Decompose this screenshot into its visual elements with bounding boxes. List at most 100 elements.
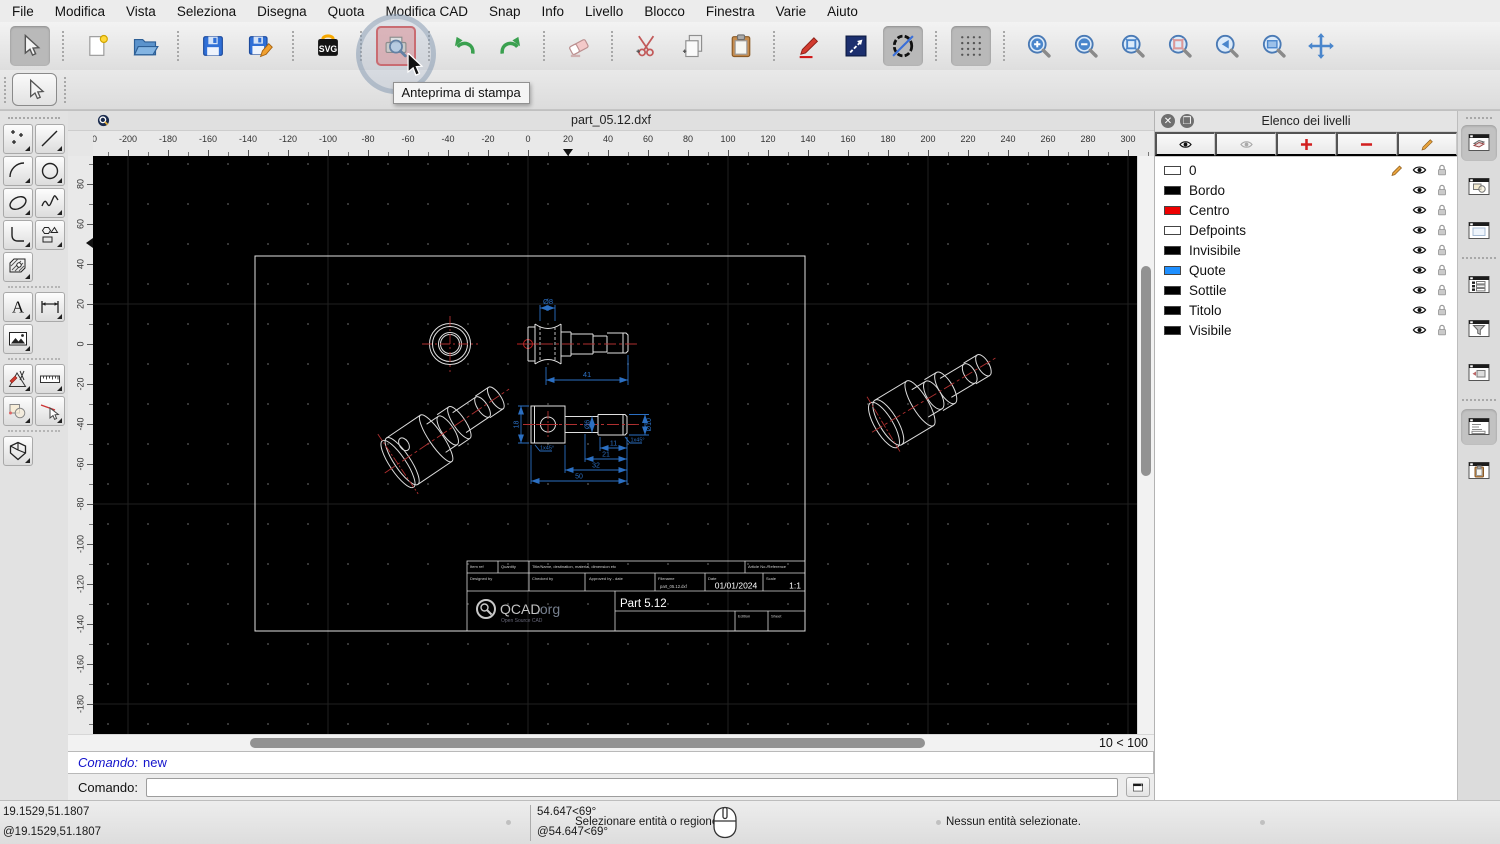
command-options-button[interactable] [1126,777,1150,797]
layer-row-0[interactable]: 0 [1155,160,1457,180]
save-as-button[interactable] [240,26,280,66]
solid-3d-tool-button[interactable] [3,436,33,466]
image-tool-button[interactable] [3,324,33,354]
show-all-layers-button[interactable] [1155,132,1215,156]
layer-lock-icon[interactable] [1435,323,1449,337]
measure-tool-button[interactable] [35,364,65,394]
layer-row-bordo[interactable]: Bordo [1155,180,1457,200]
arc-tool-button[interactable] [3,156,33,186]
layer-visibility-icon[interactable] [1412,324,1427,336]
dimension-tool-button[interactable] [35,292,65,322]
layer-visibility-icon[interactable] [1412,244,1427,256]
layer-visibility-icon[interactable] [1412,304,1427,316]
zoom-window-button[interactable] [1254,26,1294,66]
hatch-tool-button[interactable] [3,252,33,282]
menu-modifica[interactable]: Modifica [55,4,105,19]
layer-row-defpoints[interactable]: Defpoints [1155,220,1457,240]
dock-drag-handle[interactable] [1466,117,1492,119]
vertical-scrollbar-thumb[interactable] [1141,266,1151,476]
select-button[interactable] [10,26,50,66]
auto-zoom-button[interactable] [1113,26,1153,66]
edit-layer-button[interactable] [1397,132,1457,156]
svg-export-button[interactable]: SVG [308,26,348,66]
previous-view-button[interactable] [1207,26,1247,66]
layer-row-invisibile[interactable]: Invisibile [1155,240,1457,260]
layer-list-dock-button[interactable] [1461,125,1497,161]
menu-vista[interactable]: Vista [126,4,156,19]
layer-row-centro[interactable]: Centro [1155,200,1457,220]
layer-visibility-icon[interactable] [1412,204,1427,216]
ellipse-tool-button[interactable] [3,188,33,218]
layer-lock-icon[interactable] [1435,243,1449,257]
paste-button[interactable] [721,26,761,66]
line-tool-button[interactable] [35,124,65,154]
menu-livello[interactable]: Livello [585,4,623,19]
layer-row-sottile[interactable]: Sottile [1155,280,1457,300]
modify-tool-button[interactable] [3,396,33,426]
layer-visibility-icon[interactable] [1412,264,1427,276]
layer-visibility-icon[interactable] [1412,164,1427,176]
vertical-scrollbar[interactable] [1137,156,1154,734]
layer-row-quote[interactable]: Quote [1155,260,1457,280]
layer-visibility-icon[interactable] [1412,284,1427,296]
pan-button[interactable] [1301,26,1341,66]
menu-aiuto[interactable]: Aiuto [827,4,858,19]
menu-finestra[interactable]: Finestra [706,4,755,19]
layer-row-titolo[interactable]: Titolo [1155,300,1457,320]
layer-lock-icon[interactable] [1435,183,1449,197]
layer-visibility-icon[interactable] [1412,184,1427,196]
selection-filter-dock-button[interactable] [1461,311,1497,347]
layer-row-visibile[interactable]: Visibile [1155,320,1457,340]
layer-lock-icon[interactable] [1435,223,1449,237]
menu-file[interactable]: File [12,4,34,19]
grid-toggle-button[interactable] [951,26,991,66]
block-list-dock-button[interactable] [1461,169,1497,205]
delete-eraser-button[interactable] [559,26,599,66]
menu-info[interactable]: Info [542,4,565,19]
menu-disegna[interactable]: Disegna [257,4,307,19]
menu-quota[interactable]: Quota [328,4,365,19]
zoom-selection-button[interactable] [1160,26,1200,66]
layer-lock-icon[interactable] [1435,303,1449,317]
modify-snap-tool-button[interactable] [35,396,65,426]
zoom-in-button[interactable] [1019,26,1059,66]
polyline-tool-button[interactable] [3,220,33,250]
layer-visibility-icon[interactable] [1412,224,1427,236]
redo-button[interactable] [491,26,531,66]
layer-lock-icon[interactable] [1435,163,1449,177]
add-layer-button[interactable] [1276,132,1336,156]
menu-snap[interactable]: Snap [489,4,521,19]
command-input[interactable] [146,778,1118,797]
open-file-button[interactable] [125,26,165,66]
edit-pencil-button[interactable] [789,26,829,66]
library-browser-dock-button[interactable] [1461,355,1497,391]
hide-all-layers-button[interactable] [1215,132,1275,156]
toolbar-drag-handle[interactable] [64,77,66,103]
property-list-dock-button[interactable] [1461,267,1497,303]
text-tool-button[interactable]: A [3,292,33,322]
drawing-canvas[interactable]: Ø8 41 [93,156,1137,734]
zoom-out-button[interactable] [1066,26,1106,66]
command-line-dock-button[interactable] [1461,409,1497,445]
spline-tool-button[interactable] [35,188,65,218]
selection-tool-button[interactable] [12,73,57,106]
view-window-dock-button[interactable] [1461,213,1497,249]
cut-button[interactable] [627,26,667,66]
layer-lock-icon[interactable] [1435,263,1449,277]
save-button[interactable] [193,26,233,66]
horizontal-scrollbar-thumb[interactable] [250,738,925,748]
menu-seleziona[interactable]: Seleziona [177,4,236,19]
layer-lock-icon[interactable] [1435,283,1449,297]
circle-slash-toggle-button[interactable] [883,26,923,66]
copy-button[interactable] [674,26,714,66]
remove-layer-button[interactable] [1336,132,1396,156]
layer-lock-icon[interactable] [1435,203,1449,217]
undo-button[interactable] [444,26,484,66]
points-tool-button[interactable] [3,124,33,154]
drafting-tools-tool-button[interactable] [3,364,33,394]
horizontal-scrollbar[interactable] [68,735,1092,751]
clipboard-panel-dock-button[interactable] [1461,453,1497,489]
palette-drag-handle[interactable] [8,117,60,119]
menu-blocco[interactable]: Blocco [644,4,685,19]
toolbar-drag-handle[interactable] [4,77,6,103]
